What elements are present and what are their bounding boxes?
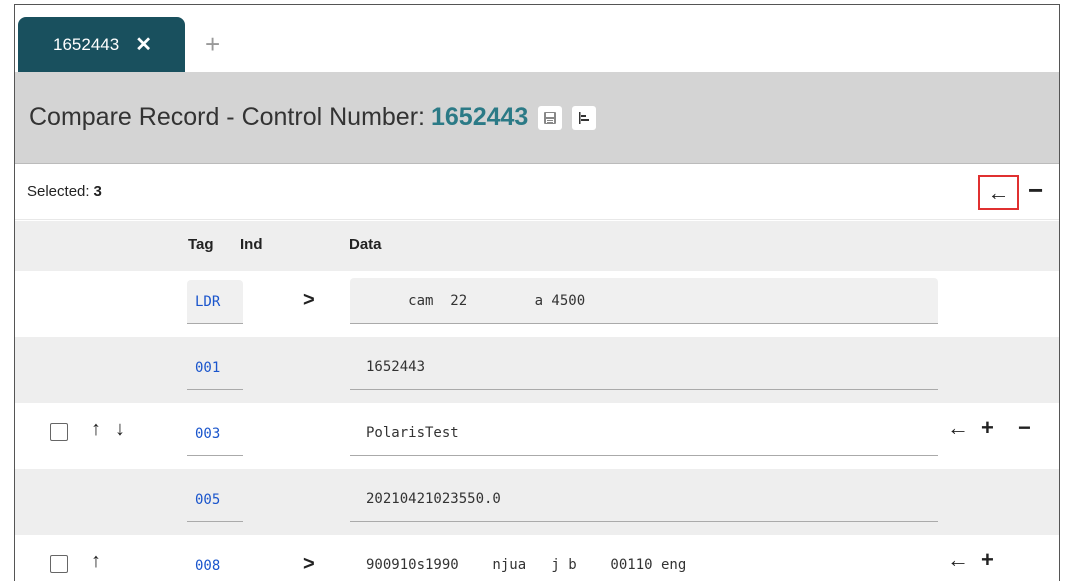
copy-selected-left-button[interactable]: ← [978,175,1019,210]
column-ind: Ind [240,236,263,253]
chevron-right-icon[interactable]: > [303,553,315,576]
selected-label: Selected: [27,183,90,200]
table-header: Tag Ind Data [15,221,1059,271]
column-tag: Tag [188,236,214,253]
move-down-icon[interactable]: ↓ [115,419,125,439]
control-number: 1652443 [430,103,529,131]
tag-link[interactable]: 001 [187,346,243,390]
save-button[interactable] [538,105,563,130]
page-title: Compare Record - Control Number: 1652443 [29,103,528,132]
data-field[interactable]: 900910s1990 njua j b 00110 eng [350,542,938,581]
selected-count: 3 [93,183,102,200]
close-icon[interactable]: ✕ [135,35,152,55]
arrow-left-icon: ← [987,179,1010,205]
compare-record-panel: 1652443 ✕ + Compare Record - Control Num… [14,4,1060,581]
column-data: Data [349,236,382,253]
data-field[interactable]: 1652443 [350,344,938,390]
title-prefix: Compare Record - Control Number: [29,103,425,131]
tab-record[interactable]: 1652443 ✕ [18,17,185,72]
table-row: ↑ ↓ 003 PolarisTest ← + − [15,403,1059,469]
move-up-icon[interactable]: ↑ [91,551,101,571]
table-row: ↑ 008 > 900910s1990 njua j b 00110 eng ←… [15,535,1059,581]
add-tab-icon[interactable]: + [205,31,220,57]
align-left-icon [579,111,590,124]
data-field[interactable]: cam 22 a 4500 [350,278,938,324]
remove-selected-icon[interactable]: − [1028,177,1043,203]
chevron-right-icon[interactable]: > [303,289,315,312]
remove-icon[interactable]: − [1018,417,1031,439]
row-checkbox[interactable] [50,555,68,573]
data-field[interactable]: 20210421023550.0 [350,476,938,522]
compare-layout-button[interactable] [572,105,597,130]
add-icon[interactable]: + [981,549,994,571]
tag-link[interactable]: 005 [187,478,243,522]
tab-label: 1652443 [53,34,120,54]
table-row: LDR > cam 22 a 4500 [15,271,1059,337]
table-row: 001 1652443 [15,337,1059,403]
tag-link[interactable]: 003 [187,412,243,456]
data-field[interactable]: PolarisTest [350,410,938,456]
tag-link[interactable]: LDR [187,280,243,324]
tab-bar: 1652443 ✕ + [15,5,1059,72]
copy-left-icon[interactable]: ← [947,417,969,439]
tag-link[interactable]: 008 [187,544,243,581]
page-header: Compare Record - Control Number: 1652443 [15,72,1059,164]
table-row: 005 20210421023550.0 [15,469,1059,535]
move-up-icon[interactable]: ↑ [91,419,101,439]
add-icon[interactable]: + [981,417,994,439]
save-icon [544,111,557,124]
selection-bar: Selected: 3 ← − [15,164,1059,220]
row-checkbox[interactable] [50,423,68,441]
copy-left-icon[interactable]: ← [947,549,969,571]
